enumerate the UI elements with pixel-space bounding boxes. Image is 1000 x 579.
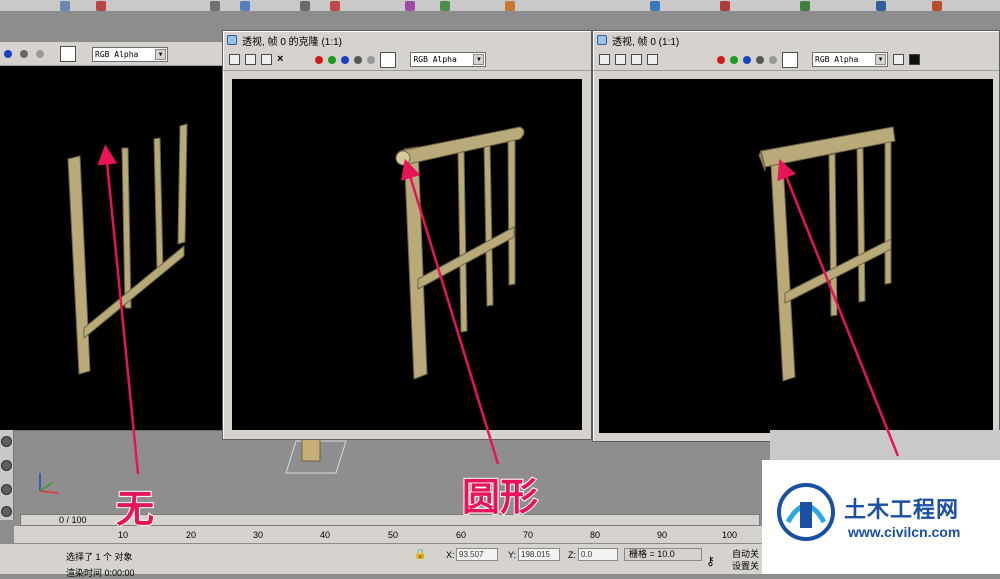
render-canvas: [232, 79, 582, 430]
tick-label: 30: [253, 530, 264, 540]
blue-channel-icon[interactable]: [743, 55, 751, 64]
fence-render-square-cap: [758, 126, 896, 382]
tick-label: 90: [657, 530, 668, 540]
copy-icon[interactable]: [245, 54, 256, 65]
z-label: Z:: [568, 550, 576, 560]
alpha-channel-icon[interactable]: [367, 55, 376, 64]
blue-channel-icon[interactable]: [341, 55, 350, 64]
render-toolbar: RGB Alpha ▼: [593, 49, 999, 71]
tool-icon[interactable]: [405, 1, 415, 11]
grid-size: 栅格 = 10.0: [624, 548, 702, 561]
tick-label: 100: [722, 530, 738, 540]
y-label: Y:: [508, 550, 517, 560]
chevron-down-icon: ▼: [473, 54, 485, 65]
green-channel-icon[interactable]: [730, 55, 738, 64]
render-window-main: 透视, 帧 0 (1:1) RGB Alpha ▼: [592, 30, 1000, 442]
save-icon[interactable]: [599, 54, 610, 65]
key-icon[interactable]: ⚷: [706, 554, 715, 568]
orbit-icon[interactable]: [1, 460, 12, 471]
window-titlebar[interactable]: 透视, 帧 0 (1:1): [593, 31, 999, 49]
z-coordinate-field[interactable]: 0.0: [578, 548, 618, 561]
render-canvas: [599, 79, 993, 433]
background-color-swatch[interactable]: [60, 46, 76, 62]
tick-label: 60: [456, 530, 467, 540]
tool-icon[interactable]: [800, 1, 810, 11]
main-toolbar: [0, 0, 1000, 12]
mono-channel-icon[interactable]: [354, 55, 363, 64]
copy-icon[interactable]: [615, 54, 626, 65]
command-panel-fragment: [770, 430, 1000, 460]
chevron-down-icon: ▼: [875, 54, 886, 65]
watermark-url: www.civilcn.com: [848, 524, 961, 540]
viewport-nav-tools: [0, 430, 14, 520]
alpha-channel-icon[interactable]: [36, 50, 44, 58]
channel-select[interactable]: RGB Alpha ▼: [92, 47, 168, 62]
print-icon[interactable]: [647, 54, 658, 65]
y-coordinate-field[interactable]: 198.015: [518, 548, 560, 561]
status-prompt: 选择了 1 个 对象: [66, 552, 133, 562]
background-color-swatch[interactable]: [380, 51, 397, 68]
pan-icon[interactable]: [1, 484, 12, 495]
x-label: X:: [446, 550, 455, 560]
background-render-canvas: [0, 66, 222, 430]
tool-icon[interactable]: [505, 1, 515, 11]
tool-icon[interactable]: [876, 1, 886, 11]
mono-channel-icon[interactable]: [756, 55, 764, 64]
tick-label: 80: [590, 530, 601, 540]
render-window-clone: 透视, 帧 0 的克隆 (1:1) × RGB Alpha ▼: [222, 30, 592, 440]
watermark-title: 土木工程网: [844, 497, 960, 522]
tool-icon[interactable]: [650, 1, 660, 11]
background-color-swatch[interactable]: [782, 51, 798, 68]
tool-icon[interactable]: [300, 1, 310, 11]
clone-icon[interactable]: [631, 54, 642, 65]
frame-counter: 0 / 100: [59, 515, 87, 525]
civilcn-logo-icon: [777, 483, 835, 541]
tool-icon[interactable]: [96, 1, 106, 11]
mono-channel-icon[interactable]: [20, 50, 28, 58]
black-swatch-icon[interactable]: [909, 54, 920, 65]
channel-select[interactable]: RGB Alpha ▼: [410, 52, 487, 67]
channel-select[interactable]: RGB Alpha ▼: [812, 52, 888, 67]
tick-label: 50: [388, 530, 399, 540]
watermark: 土木工程网 www.civilcn.com: [762, 460, 1000, 574]
annotation-round: 圆形: [461, 474, 539, 520]
fence-render-round-cap: [395, 126, 525, 380]
red-channel-icon[interactable]: [315, 55, 324, 64]
print-icon[interactable]: [261, 54, 272, 65]
x-coordinate-field[interactable]: 93.507: [456, 548, 498, 561]
app-icon: [227, 35, 237, 45]
red-channel-icon[interactable]: [717, 55, 725, 64]
background-render-toolbar: RGB Alpha ▼: [0, 42, 222, 66]
app-icon: [597, 35, 607, 45]
tool-icon[interactable]: [720, 1, 730, 11]
tick-label: 70: [523, 530, 534, 540]
window-titlebar[interactable]: 透视, 帧 0 的克隆 (1:1): [223, 31, 591, 49]
save-icon[interactable]: [229, 54, 240, 65]
display-toggle-icon[interactable]: [893, 54, 904, 65]
fence-render-no-cap: [67, 123, 188, 375]
zoom-icon[interactable]: [1, 436, 12, 447]
tool-icon[interactable]: [210, 1, 220, 11]
window-title: 透视, 帧 0 (1:1): [612, 36, 680, 48]
close-icon[interactable]: ×: [277, 54, 283, 65]
green-channel-icon[interactable]: [328, 55, 337, 64]
tool-icon[interactable]: [60, 1, 70, 11]
blue-channel-icon[interactable]: [4, 50, 12, 58]
tool-icon[interactable]: [240, 1, 250, 11]
alpha-channel-icon[interactable]: [769, 55, 777, 64]
scene-object-box: [285, 433, 347, 474]
render-time-text: 渲染时间 0:00:00: [66, 568, 135, 578]
maximize-icon[interactable]: [1, 506, 12, 517]
chevron-down-icon: ▼: [155, 49, 166, 60]
tool-icon[interactable]: [440, 1, 450, 11]
status-bar: 选择了 1 个 对象 渲染时间 0:00:00 🔒 X: 93.507 Y: 1…: [0, 544, 770, 578]
lock-icon[interactable]: 🔒: [414, 549, 426, 560]
tool-icon[interactable]: [330, 1, 340, 11]
tick-label: 40: [320, 530, 331, 540]
render-toolbar: × RGB Alpha ▼: [223, 49, 591, 71]
tool-icon[interactable]: [932, 1, 942, 11]
window-title: 透视, 帧 0 的克隆 (1:1): [242, 36, 343, 48]
tick-label: 20: [186, 530, 197, 540]
annotation-none: 无: [115, 486, 155, 532]
